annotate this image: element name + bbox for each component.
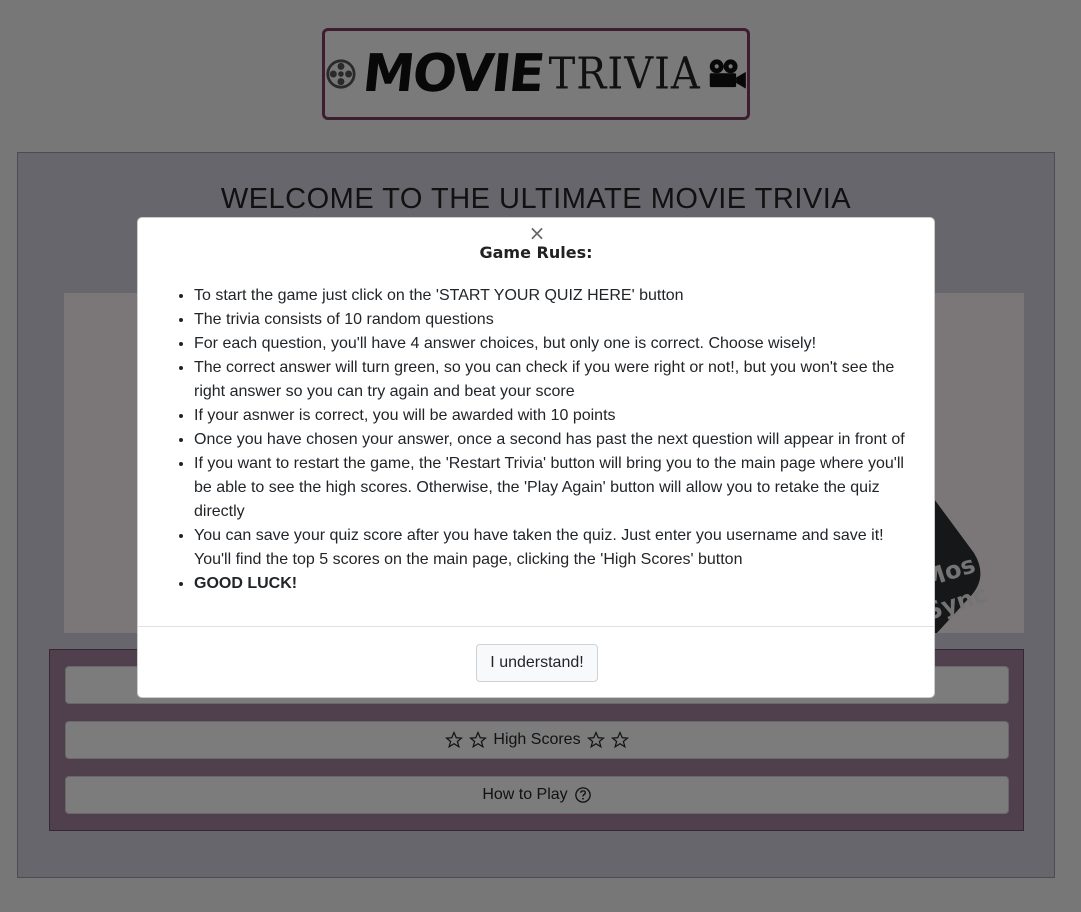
modal-footer: I understand! xyxy=(138,626,934,699)
list-item: If your asnwer is correct, you will be a… xyxy=(194,404,916,428)
close-icon[interactable]: × xyxy=(527,222,547,244)
list-item: The correct answer will turn green, so y… xyxy=(194,356,916,404)
list-item: For each question, you'll have 4 answer … xyxy=(194,332,916,356)
list-item: You can save your quiz score after you h… xyxy=(194,524,916,572)
i-understand-button[interactable]: I understand! xyxy=(476,644,598,682)
game-rules-modal: × Game Rules: To start the game just cli… xyxy=(137,217,935,698)
list-item: The trivia consists of 10 random questio… xyxy=(194,308,916,332)
modal-title: Game Rules: xyxy=(479,243,593,262)
list-item: To start the game just click on the 'STA… xyxy=(194,284,916,308)
list-item: If you want to restart the game, the 'Re… xyxy=(194,452,916,524)
rules-list: To start the game just click on the 'STA… xyxy=(194,284,916,596)
list-item: Once you have chosen your answer, once a… xyxy=(194,428,916,452)
list-item: GOOD LUCK! xyxy=(194,572,916,596)
